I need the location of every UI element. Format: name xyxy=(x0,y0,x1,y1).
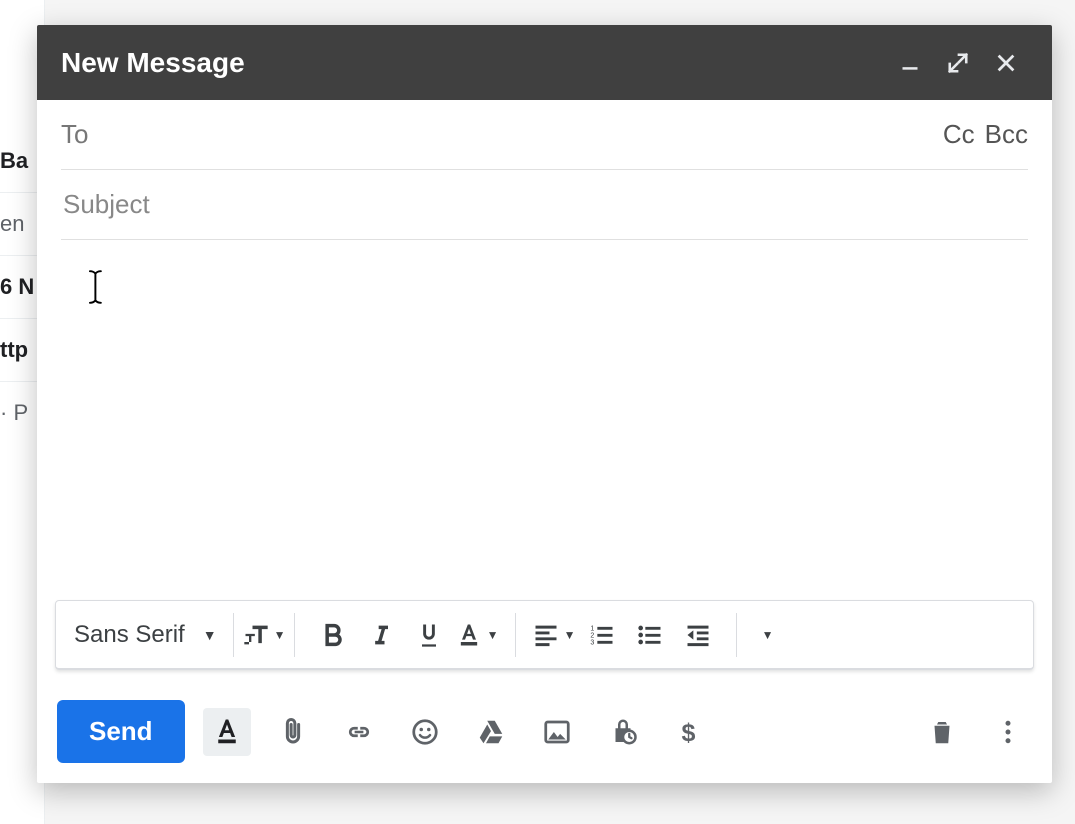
minimize-button[interactable] xyxy=(888,41,932,85)
font-size-button[interactable]: ▼ xyxy=(242,613,286,657)
italic-button[interactable] xyxy=(359,613,403,657)
numbered-list-button[interactable]: 123 xyxy=(580,613,624,657)
more-options-button[interactable] xyxy=(984,708,1032,756)
discard-draft-button[interactable] xyxy=(918,708,966,756)
font-family-label: Sans Serif xyxy=(74,621,185,649)
fullscreen-button[interactable] xyxy=(936,41,980,85)
compose-window: New Message To Cc Bcc xyxy=(37,25,1052,783)
cc-button[interactable]: Cc xyxy=(943,119,975,150)
to-field-row[interactable]: To Cc Bcc xyxy=(61,100,1028,170)
chevron-down-icon: ▼ xyxy=(203,627,217,643)
svg-text:3: 3 xyxy=(590,639,594,646)
svg-text:$: $ xyxy=(681,718,695,746)
indent-less-button[interactable] xyxy=(676,613,720,657)
more-formatting-button[interactable]: ▼ xyxy=(745,613,789,657)
font-family-select[interactable]: Sans Serif ▼ xyxy=(66,621,225,649)
text-color-button[interactable]: ▼ xyxy=(455,613,499,657)
to-label: To xyxy=(61,119,88,150)
chevron-down-icon: ▼ xyxy=(487,628,499,642)
insert-drive-button[interactable] xyxy=(467,708,515,756)
bold-button[interactable] xyxy=(311,613,355,657)
action-row: Send $ xyxy=(37,670,1052,783)
align-button[interactable]: ▼ xyxy=(532,613,576,657)
chevron-down-icon: ▼ xyxy=(564,628,576,642)
insert-money-button[interactable]: $ xyxy=(665,708,713,756)
window-title: New Message xyxy=(61,47,245,79)
attach-file-button[interactable] xyxy=(269,708,317,756)
chevron-down-icon: ▼ xyxy=(274,628,286,642)
text-cursor-icon xyxy=(87,270,105,309)
insert-link-button[interactable] xyxy=(335,708,383,756)
subject-input[interactable] xyxy=(61,188,1028,221)
titlebar: New Message xyxy=(37,25,1052,100)
bulleted-list-button[interactable] xyxy=(628,613,672,657)
svg-text:2: 2 xyxy=(590,632,594,639)
insert-emoji-button[interactable] xyxy=(401,708,449,756)
header-fields: To Cc Bcc xyxy=(37,100,1052,240)
chevron-down-icon: ▼ xyxy=(762,628,774,642)
send-button[interactable]: Send xyxy=(57,700,185,763)
underline-button[interactable] xyxy=(407,613,451,657)
close-button[interactable] xyxy=(984,41,1028,85)
bcc-button[interactable]: Bcc xyxy=(985,119,1028,150)
insert-photo-button[interactable] xyxy=(533,708,581,756)
formatting-options-button[interactable] xyxy=(203,708,251,756)
confidential-mode-button[interactable] xyxy=(599,708,647,756)
formatting-toolbar: Sans Serif ▼ ▼ ▼ xyxy=(55,600,1034,670)
subject-field-row[interactable] xyxy=(61,170,1028,240)
svg-text:1: 1 xyxy=(590,625,594,632)
to-input[interactable] xyxy=(104,118,942,151)
message-body[interactable] xyxy=(37,240,1052,600)
